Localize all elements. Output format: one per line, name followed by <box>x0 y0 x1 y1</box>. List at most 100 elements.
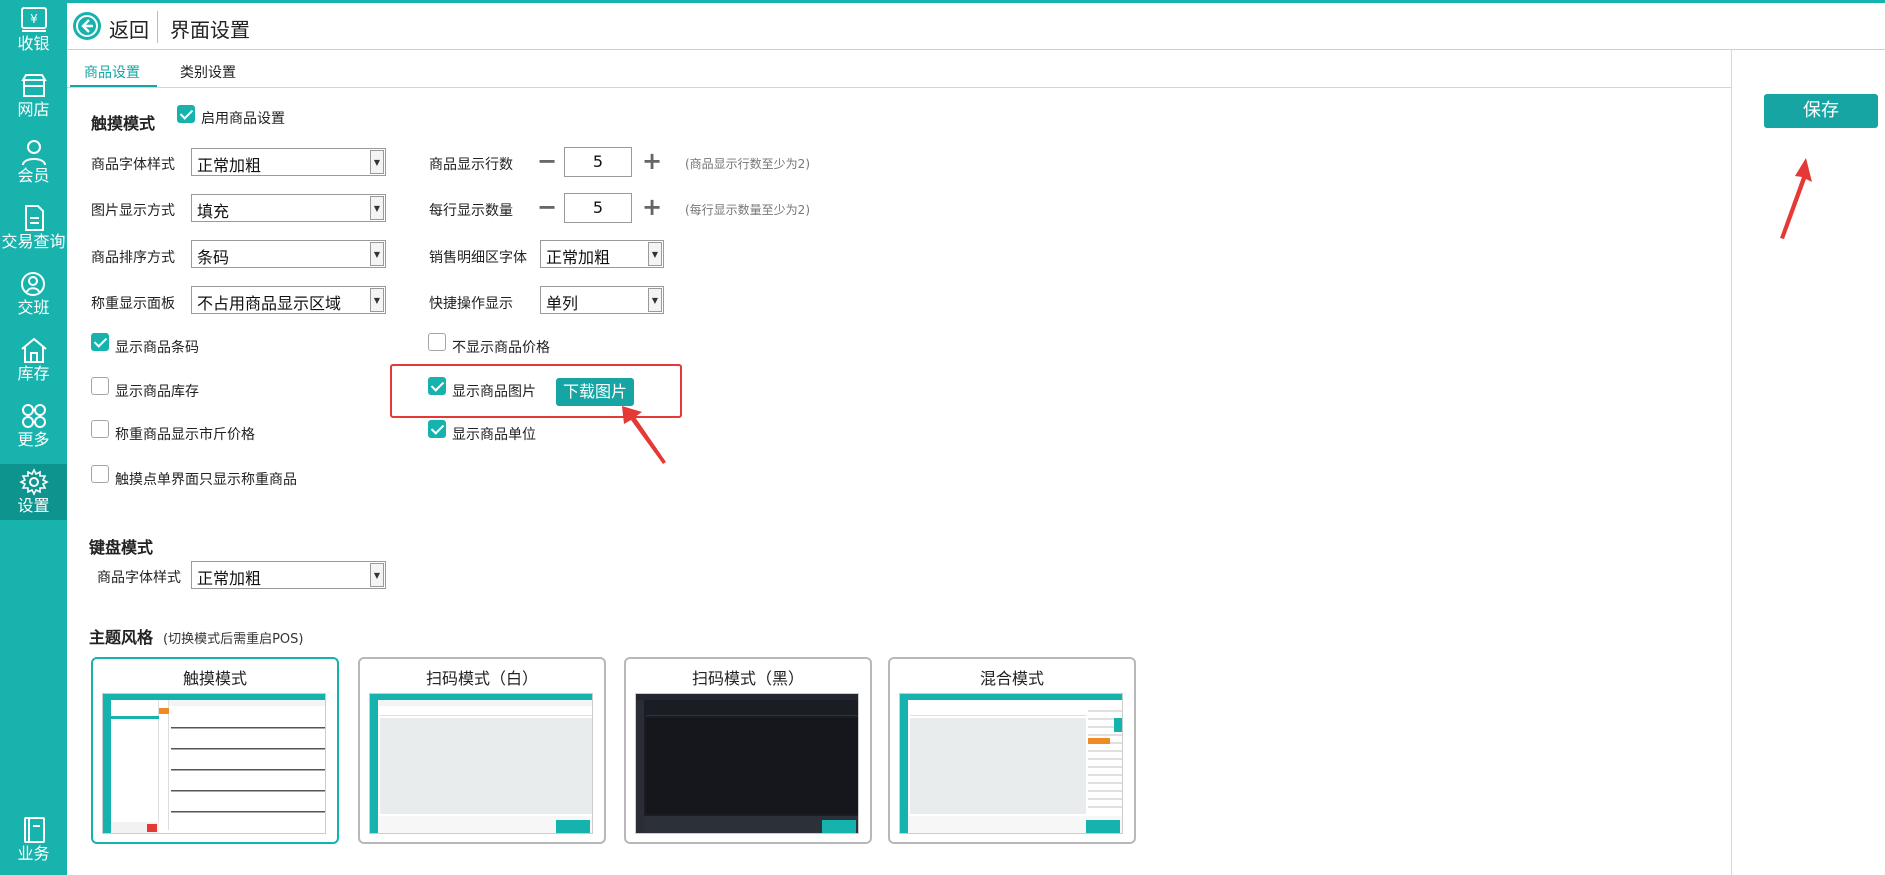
sidebar-item-label: 收银 <box>17 34 50 53</box>
cashier-yen-icon: ¥ <box>20 7 47 32</box>
theme-preview-thumbnail <box>369 693 593 834</box>
only-weigh-products-checkbox[interactable] <box>91 465 109 483</box>
sidebar-item-label: 交班 <box>17 298 50 317</box>
show-stock-label: 显示商品库存 <box>115 384 199 400</box>
sidebar-item-transactions[interactable]: 交易查询 <box>0 200 67 262</box>
warehouse-home-icon <box>20 337 47 363</box>
rows-hint: (商品显示行数至少为2) <box>685 157 810 171</box>
hide-price-checkbox[interactable] <box>428 333 446 351</box>
select-value: 填充 <box>197 202 230 221</box>
active-tab-indicator <box>70 85 157 87</box>
keyboard-font-style-select[interactable]: 正常加粗 ▼ <box>191 561 386 589</box>
member-person-icon <box>21 140 46 166</box>
per-row-hint: (每行显示数量至少为2) <box>685 203 810 217</box>
show-unit-checkbox[interactable] <box>428 420 446 438</box>
tab-bar: 商品设置 类别设置 <box>67 50 1731 88</box>
per-row-label: 每行显示数量 <box>429 203 513 219</box>
store-icon <box>20 74 47 97</box>
document-icon <box>24 205 44 231</box>
sidebar-item-settings[interactable]: 设置 <box>0 464 67 520</box>
shift-handover-icon <box>20 272 45 296</box>
theme-card-mixed[interactable]: 混合模式 <box>888 657 1136 844</box>
theme-preview-thumbnail <box>899 693 1123 834</box>
theme-card-scan-black[interactable]: 扫码模式（黑） <box>624 657 872 844</box>
sidebar-item-label: 库存 <box>17 364 50 383</box>
chevron-down-icon: ▼ <box>648 242 662 266</box>
rows-input[interactable]: 5 <box>564 147 632 177</box>
sort-mode-select[interactable]: 条码 ▼ <box>191 240 386 268</box>
select-value: 正常加粗 <box>197 569 262 588</box>
theme-preview-thumbnail <box>635 693 859 834</box>
theme-title-text: 主题风格 <box>89 628 154 647</box>
right-panel-divider <box>1731 50 1732 875</box>
font-style-label: 商品字体样式 <box>91 157 175 173</box>
weigh-jin-price-label: 称重商品显示市斤价格 <box>115 427 255 443</box>
sidebar-item-more[interactable]: 更多 <box>0 398 67 460</box>
image-display-select[interactable]: 填充 ▼ <box>191 194 386 222</box>
keyboard-mode-title: 键盘模式 <box>89 538 154 557</box>
hide-price-label: 不显示商品价格 <box>452 340 550 356</box>
theme-title: 主题风格 (切换模式后需重启POS) <box>89 624 303 648</box>
chevron-down-icon: ▼ <box>370 563 384 587</box>
theme-card-scan-white[interactable]: 扫码模式（白） <box>358 657 606 844</box>
rows-plus-button[interactable]: + <box>642 149 662 173</box>
sidebar-item-label: 业务 <box>17 844 50 863</box>
per-row-input[interactable]: 5 <box>564 193 632 223</box>
display-rows-label: 商品显示行数 <box>429 157 513 173</box>
enable-product-settings-checkbox[interactable] <box>177 105 195 123</box>
grid-more-icon <box>21 404 46 428</box>
detail-font-label: 销售明细区字体 <box>429 250 527 266</box>
page-header: 返回 界面设置 <box>67 3 1885 50</box>
gear-icon <box>18 468 49 496</box>
detail-font-select[interactable]: 正常加粗 ▼ <box>540 240 664 268</box>
theme-hint: (切换模式后需重启POS) <box>163 632 304 647</box>
back-button[interactable]: 返回 <box>67 3 157 50</box>
weigh-panel-select[interactable]: 不占用商品显示区域 ▼ <box>191 286 386 314</box>
chevron-down-icon: ▼ <box>370 288 384 312</box>
select-value: 不占用商品显示区域 <box>197 294 342 313</box>
chevron-down-icon: ▼ <box>370 150 384 174</box>
only-weigh-products-label: 触摸点单界面只显示称重商品 <box>115 472 297 488</box>
svg-text:¥: ¥ <box>30 12 38 26</box>
chevron-down-icon: ▼ <box>648 288 662 312</box>
sidebar-item-cashier[interactable]: ¥ 收银 <box>0 2 67 64</box>
chevron-down-icon: ▼ <box>370 196 384 220</box>
theme-card-name: 混合模式 <box>979 669 1044 688</box>
back-label: 返回 <box>109 18 149 42</box>
quick-ops-select[interactable]: 单列 ▼ <box>540 286 664 314</box>
show-stock-checkbox[interactable] <box>91 377 109 395</box>
theme-card-touch[interactable]: 触摸模式 <box>91 657 339 844</box>
per-row-plus-button[interactable]: + <box>642 195 662 219</box>
select-value: 正常加粗 <box>546 248 611 267</box>
sidebar-item-inventory[interactable]: 库存 <box>0 332 67 394</box>
show-image-checkbox[interactable] <box>428 377 446 395</box>
sidebar-item-member[interactable]: 会员 <box>0 134 67 196</box>
show-image-label: 显示商品图片 <box>452 384 536 400</box>
chevron-down-icon: ▼ <box>370 242 384 266</box>
sidebar-item-label: 更多 <box>17 430 50 449</box>
rows-minus-button[interactable]: − <box>537 149 557 173</box>
tab-category-settings[interactable]: 类别设置 <box>180 62 236 82</box>
per-row-minus-button[interactable]: − <box>537 195 557 219</box>
theme-card-name: 触摸模式 <box>182 669 247 688</box>
sidebar-item-business[interactable]: 业务 <box>0 812 67 874</box>
save-button[interactable]: 保存 <box>1764 94 1878 128</box>
select-value: 单列 <box>546 294 579 313</box>
quick-ops-label: 快捷操作显示 <box>429 296 513 312</box>
select-value: 正常加粗 <box>197 156 262 175</box>
show-barcode-checkbox[interactable] <box>91 333 109 351</box>
sidebar-item-label: 设置 <box>17 496 50 515</box>
tab-product-settings[interactable]: 商品设置 <box>84 62 140 82</box>
theme-card-name: 扫码模式（白） <box>425 669 538 688</box>
font-style-select[interactable]: 正常加粗 ▼ <box>191 148 386 176</box>
show-unit-label: 显示商品单位 <box>452 427 536 443</box>
back-arrow-icon <box>73 12 101 40</box>
weigh-jin-price-checkbox[interactable] <box>91 420 109 438</box>
theme-preview-thumbnail <box>102 693 326 834</box>
sidebar-item-label: 交易查询 <box>1 232 66 251</box>
enable-product-settings-label: 启用商品设置 <box>201 111 285 127</box>
sidebar-item-store[interactable]: 网店 <box>0 68 67 130</box>
sidebar-item-label: 网店 <box>17 100 50 119</box>
sidebar-item-shift[interactable]: 交班 <box>0 266 67 328</box>
annotation-arrow-icon <box>622 406 666 464</box>
